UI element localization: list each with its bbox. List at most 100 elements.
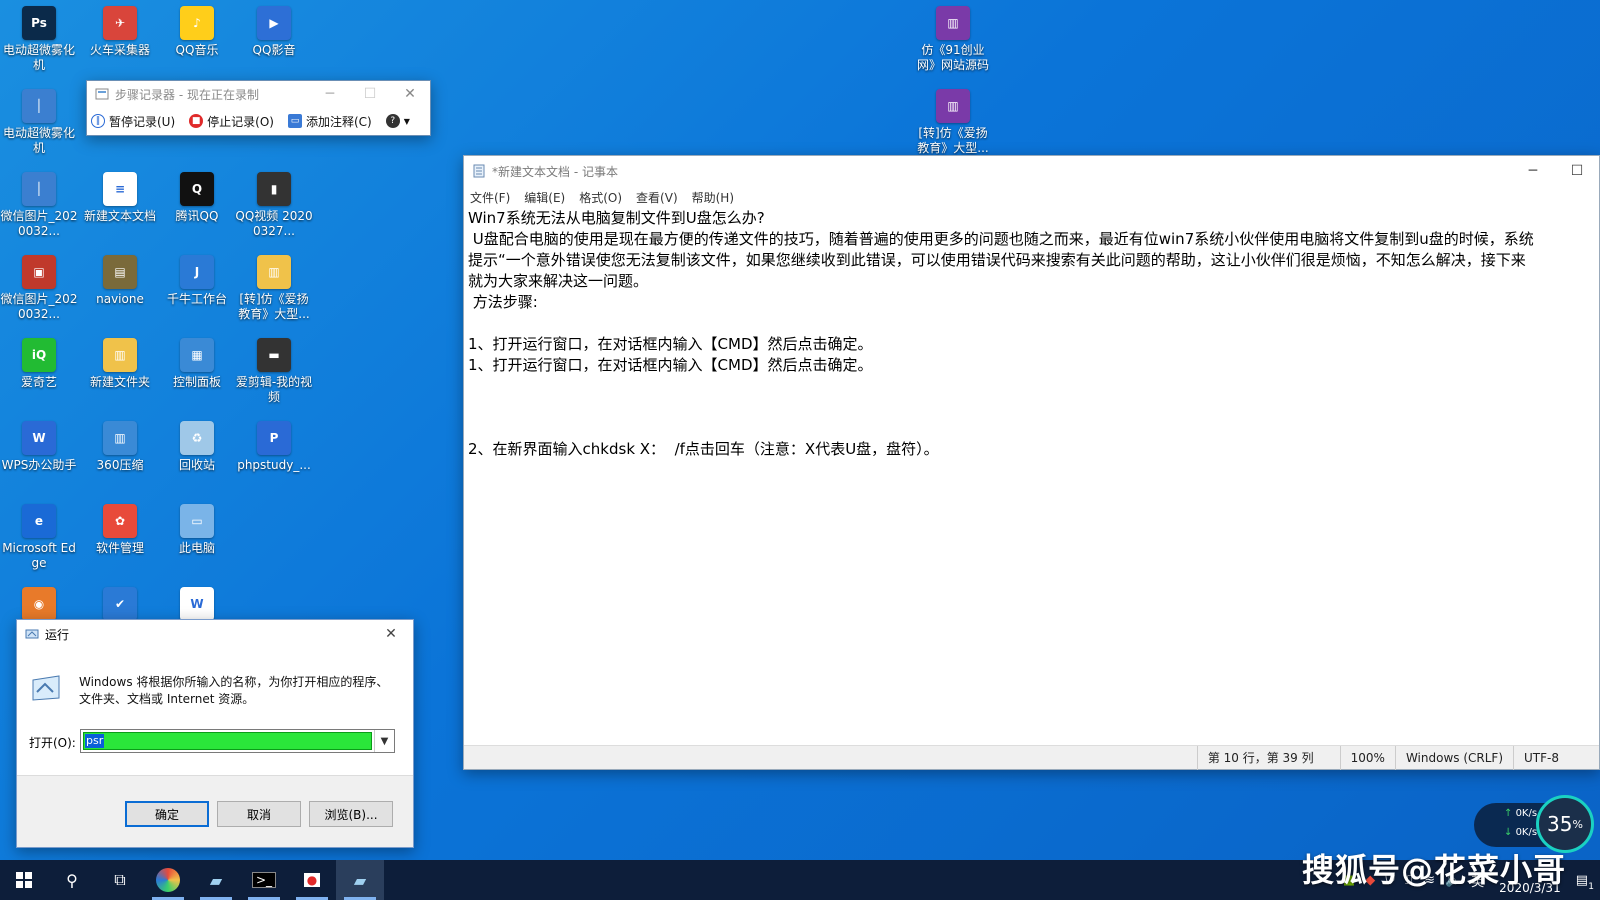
winrar-archive-icon: ▥ [936, 6, 970, 40]
desktop-icon-label: 微信图片_2020032... [0, 209, 78, 238]
video-file-icon: ▮ [257, 172, 291, 206]
recycle-bin-icon: ♻ [180, 421, 214, 455]
open-combobox[interactable]: psr ▼ [80, 729, 395, 753]
desktop-icon[interactable]: ▦ 控制面板 [158, 334, 236, 416]
browse-button[interactable]: 浏览(B)... [309, 801, 393, 827]
desktop-icon[interactable]: ✈ 火车采集器 [81, 2, 159, 84]
desktop-icon[interactable]: ▮ QQ视频 20200327... [235, 168, 313, 250]
add-comment-button[interactable]: ▭ 添加注释(C) [287, 113, 372, 130]
notification-icon[interactable]: ▤ 1 [1576, 873, 1594, 892]
taskbar-notes[interactable]: ▰ [192, 860, 240, 900]
notepad-text-area[interactable]: Win7系统无法从电脑复制文件到U盘怎么办? U盘配合电脑的使用是现在最方便的传… [468, 208, 1599, 745]
desktop-icon-label: WPS办公助手 [1, 458, 77, 472]
step-recorder-title: 步骤记录器 - 现在正在录制 [115, 87, 259, 102]
step-recorder-icon: ● [303, 873, 321, 887]
stop-record-button[interactable]: ■ 停止记录(O) [189, 113, 274, 130]
menu-item[interactable]: 帮助(H) [692, 189, 734, 206]
desktop-icon[interactable]: ▭ 此电脑 [158, 500, 236, 582]
text-line: Win7系统无法从电脑复制文件到U盘怎么办? [468, 209, 765, 227]
notepad-titlebar[interactable]: *新建文本文档 - 记事本 ─ ☐ [464, 156, 1599, 186]
run-title: 运行 [45, 627, 70, 642]
desktop-icon[interactable]: Ps 电动超微雾化机 [0, 2, 78, 84]
desktop-icon-label: Microsoft Edge [2, 541, 76, 570]
zip-360-icon: ▥ [103, 421, 137, 455]
desktop-icon[interactable]: ▣ 微信图片_2020032... [0, 251, 78, 333]
zoom-level: 100% [1339, 745, 1395, 770]
desktop-icon[interactable]: ♻ 回收站 [158, 417, 236, 499]
task-view-button[interactable]: ⧉ [96, 860, 144, 900]
archive-icon: ▤ [103, 255, 137, 289]
desktop-icon-label: 爱奇艺 [20, 375, 57, 389]
run-titlebar[interactable]: 运行 ✕ [17, 620, 413, 648]
desktop-icon[interactable]: ▥ 仿《91创业网》网站源码 [914, 2, 992, 84]
desktop-icon-label: 仿《91创业网》网站源码 [916, 43, 989, 72]
help-button[interactable]: ? ▼ [385, 114, 410, 128]
pause-record-button[interactable]: ‖ 暂停记录(U) [91, 113, 175, 130]
desktop-icon-label: [转]仿《爱扬教育》大型... [238, 292, 310, 321]
close-button[interactable]: ✕ [369, 620, 413, 648]
file-shortcut-icon: │ [22, 89, 56, 123]
desktop-icon[interactable]: ♪ QQ音乐 [158, 2, 236, 84]
desktop-icon-label: phpstudy_... [237, 458, 311, 472]
desktop-icon-label: 千牛工作台 [166, 292, 227, 306]
stop-icon: ■ [189, 114, 204, 128]
search-button[interactable]: ⚲ [48, 860, 96, 900]
desktop-icon-label: QQ视频 20200327... [235, 209, 313, 238]
step-recorder-window[interactable]: 步骤记录器 - 现在正在录制 ─ ☐ ✕ ‖ 暂停记录(U) ■ 停止记录(O)… [86, 80, 431, 136]
desktop-icon[interactable]: │ 电动超微雾化机 [0, 85, 78, 167]
desktop-icon[interactable]: ≡ 新建文本文档 [81, 168, 159, 250]
desktop-icon[interactable]: Q 腾讯QQ [158, 168, 236, 250]
taskbar-cmd[interactable]: >_ [240, 860, 288, 900]
desktop-icon[interactable]: ▬ 爱剪辑-我的视频 [235, 334, 313, 416]
desktop-icon[interactable]: e Microsoft Edge [0, 500, 78, 582]
desktop-icon[interactable]: ▥ 新建文件夹 [81, 334, 159, 416]
taskbar-browser-360[interactable] [144, 860, 192, 900]
text-document-icon: ≡ [103, 172, 137, 206]
text-line: 方法步骤: [468, 293, 538, 311]
step-recorder-titlebar[interactable]: 步骤记录器 - 现在正在录制 ─ ☐ ✕ [87, 81, 430, 107]
text-line: 就为大家来解决这一问题。 [468, 272, 649, 290]
run-dialog[interactable]: 运行 ✕ Windows 将根据你所输入的名称，为你打开相应的程序、文件夹、文档… [16, 619, 414, 848]
menu-item[interactable]: 文件(F) [470, 189, 510, 206]
close-button[interactable]: ✕ [390, 81, 430, 107]
desktop-icon[interactable]: ▥ 360压缩 [81, 417, 159, 499]
desktop-icon[interactable]: ▥ [转]仿《爱扬教育》大型... [235, 251, 313, 333]
minimize-button[interactable]: ─ [1511, 156, 1555, 186]
image-file-icon: │ [22, 172, 56, 206]
cancel-button[interactable]: 取消 [217, 801, 301, 827]
desktop-icon[interactable]: ▤ navione [81, 251, 159, 333]
desktop-icon-label: 此电脑 [178, 541, 215, 555]
ok-button[interactable]: 确定 [125, 801, 209, 827]
start-button[interactable] [0, 860, 48, 900]
open-input-value[interactable]: psr [85, 734, 105, 748]
minimize-button[interactable]: ─ [310, 81, 350, 107]
desktop-icon[interactable]: W WPS办公助手 [0, 417, 78, 499]
desktop-icon[interactable]: iQ 爱奇艺 [0, 334, 78, 416]
taskbar-step-recorder[interactable]: ● [288, 860, 336, 900]
download-speed: ↓ 0K/s [1504, 827, 1538, 838]
desktop-icon[interactable]: J 千牛工作台 [158, 251, 236, 333]
browser-360-icon [156, 868, 180, 892]
menu-item[interactable]: 格式(O) [579, 189, 622, 206]
step-recorder-icon [95, 87, 109, 101]
desktop-icon-label: 控制面板 [172, 375, 221, 389]
maximize-button[interactable]: ☐ [350, 81, 390, 107]
taskbar-run[interactable]: ▰ [336, 860, 384, 900]
line-ending: Windows (CRLF) [1394, 745, 1513, 770]
desktop-icon[interactable]: ▶ QQ影音 [235, 2, 313, 84]
notification-count: 1 [1588, 881, 1594, 892]
desktop-icon[interactable]: │ 微信图片_2020032... [0, 168, 78, 250]
menu-item[interactable]: 查看(V) [636, 189, 678, 206]
desktop-icon[interactable]: Pphpstudy_... [235, 417, 313, 499]
word-document-icon: W [180, 587, 214, 621]
desktop-icon-label: 新建文本文档 [83, 209, 156, 223]
maximize-button[interactable]: ☐ [1555, 156, 1599, 186]
software-manager-icon: ✿ [103, 504, 137, 538]
video-editor-icon: ▬ [257, 338, 291, 372]
text-line [468, 376, 1599, 397]
search-icon: ⚲ [66, 870, 78, 890]
menu-item[interactable]: 编辑(E) [524, 189, 565, 206]
desktop-icon[interactable]: ✿ 软件管理 [81, 500, 159, 582]
chevron-down-icon[interactable]: ▼ [374, 730, 394, 752]
notepad-window[interactable]: *新建文本文档 - 记事本 ─ ☐ 文件(F) 编辑(E) 格式(O) 查看(V) 帮助… [463, 155, 1600, 770]
